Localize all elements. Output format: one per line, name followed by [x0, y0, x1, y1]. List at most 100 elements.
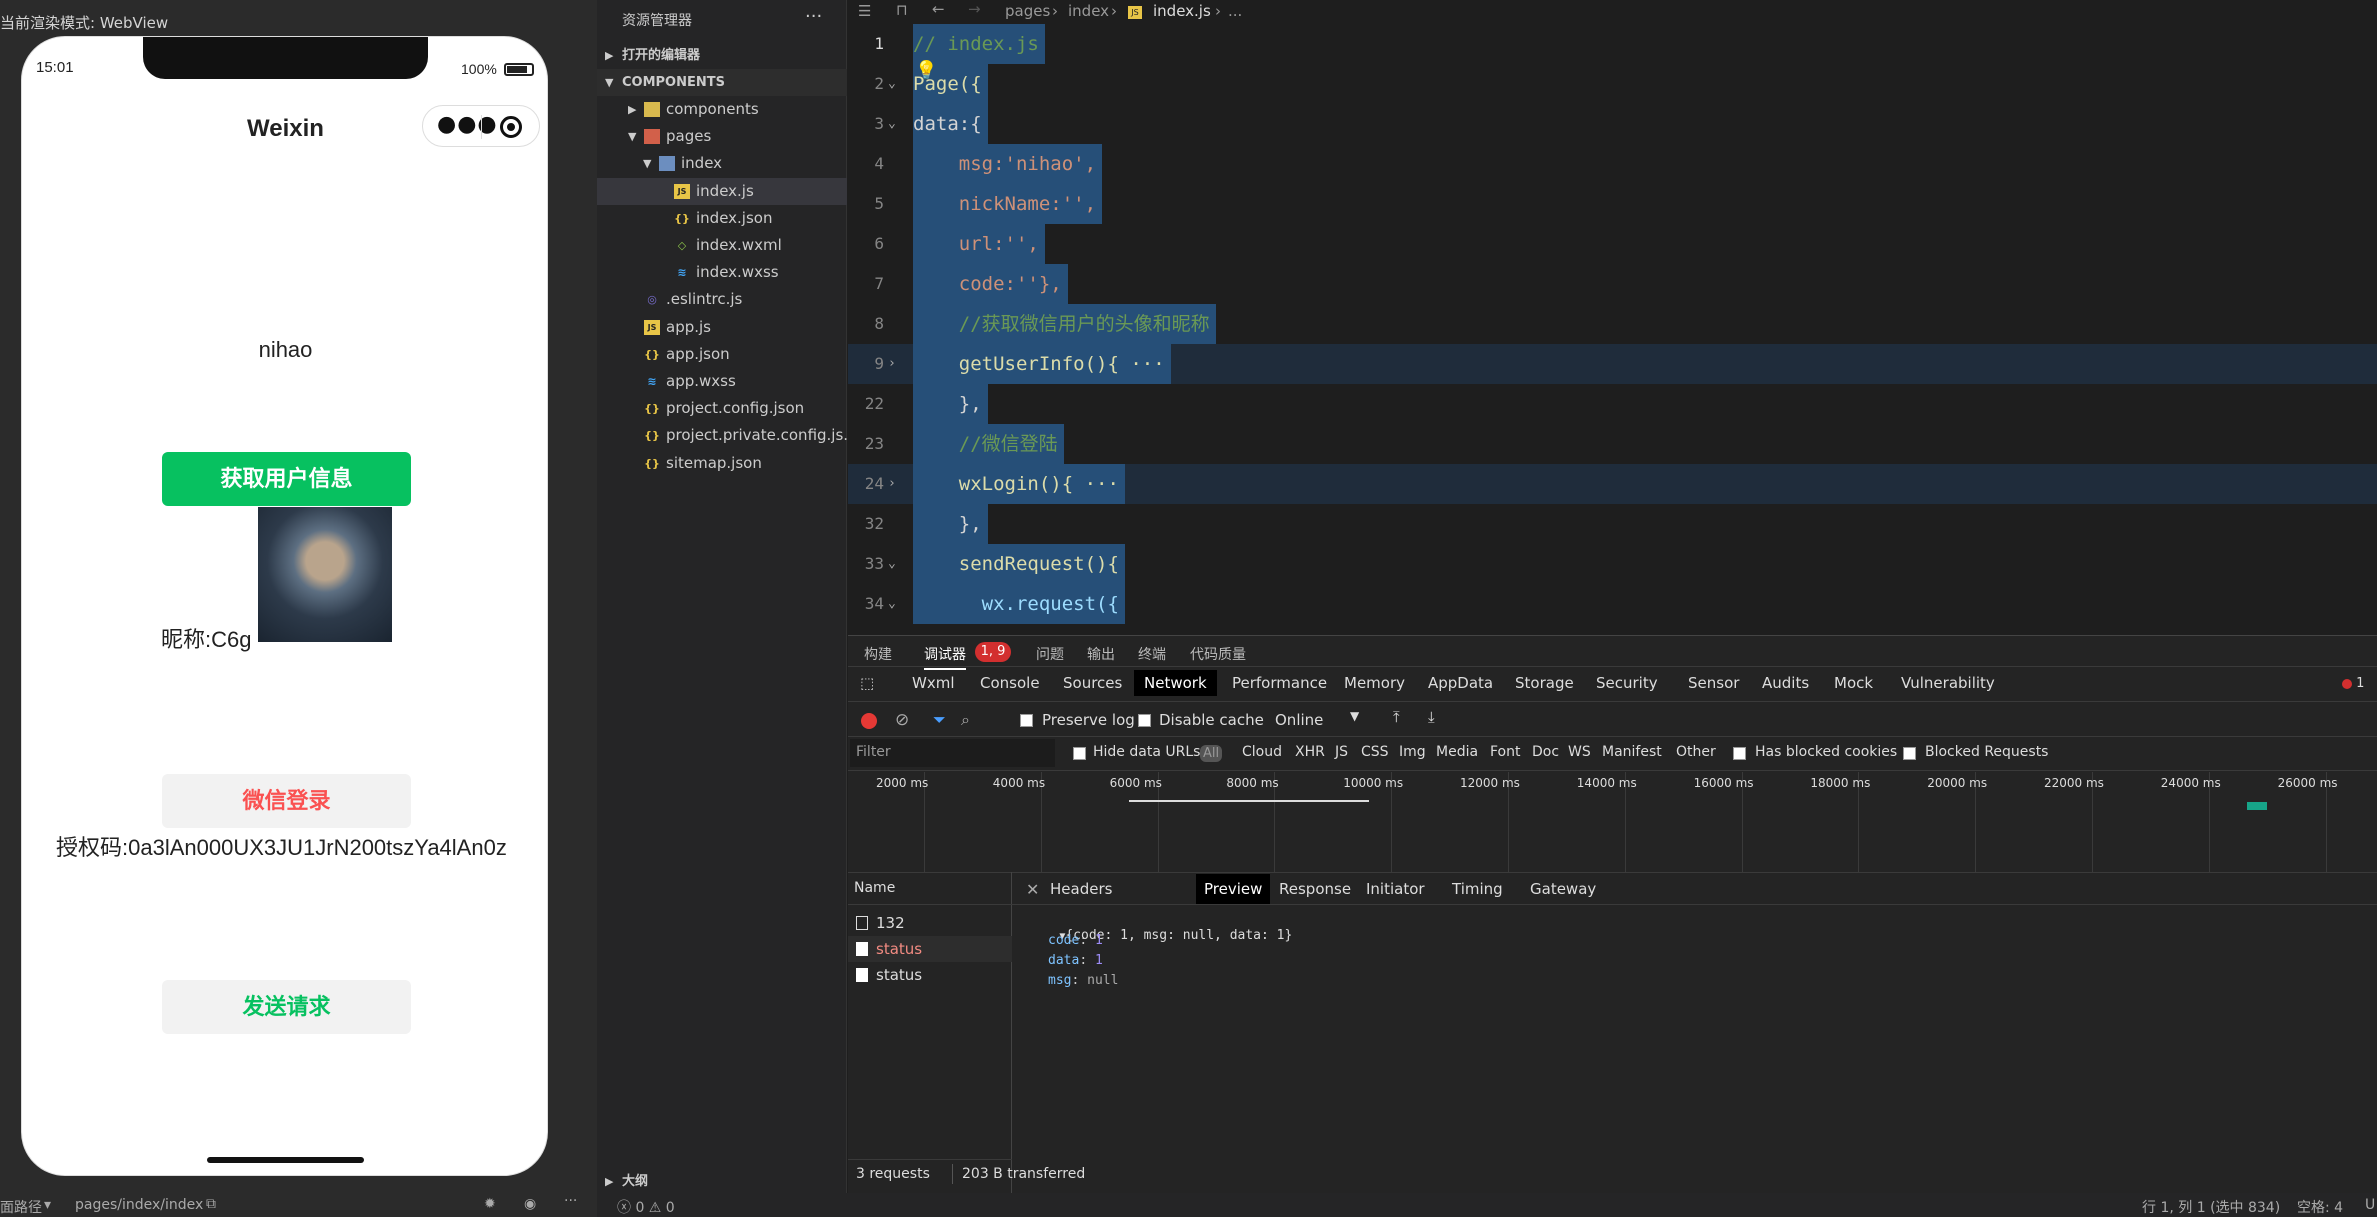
tree-item[interactable]: JS app.js	[597, 314, 847, 341]
code-line[interactable]: 6 url:'',	[848, 224, 2377, 264]
fold-expanded-icon[interactable]: ⌄	[888, 64, 896, 104]
code-line[interactable]: 22 },	[848, 384, 2377, 424]
detail-tab[interactable]: Initiator	[1366, 880, 1425, 898]
fold-collapsed-icon[interactable]: ›	[888, 344, 896, 384]
tree-item[interactable]: ≋ app.wxss	[597, 368, 847, 395]
render-mode-label: 当前渲染模式: WebView	[0, 14, 169, 32]
chevron-right-icon: ›	[1052, 2, 1058, 20]
fold-expanded-icon[interactable]: ⌄	[888, 584, 896, 624]
code-line[interactable]: 1 // index.js	[848, 24, 2377, 64]
timeline-request-bar	[2247, 802, 2267, 810]
close-icon[interactable]: ✕	[1026, 880, 1039, 899]
tree-item[interactable]: {} app.json	[597, 341, 847, 368]
code-line[interactable]: 34 ⌄ wx.request({	[848, 584, 2377, 624]
detail-tab[interactable]: Gateway	[1530, 880, 1596, 898]
chevron-down-icon[interactable]: ▾	[44, 1197, 51, 1213]
name-column-header[interactable]: Name	[854, 880, 895, 896]
more-icon[interactable]: ···	[564, 1193, 577, 1209]
list-icon[interactable]: ☰	[858, 2, 871, 20]
bookmark-icon[interactable]: ⊓	[896, 1, 908, 19]
code-line[interactable]: 2 ⌄ Page({	[848, 64, 2377, 104]
breadcrumb-symbol[interactable]: ...	[1228, 2, 1242, 20]
tree-item[interactable]: ◎ .eslintrc.js	[597, 286, 847, 313]
request-row[interactable]: status	[848, 962, 1012, 988]
send-request-button[interactable]: 发送请求	[162, 980, 411, 1034]
tree-item[interactable]: ▼ pages	[597, 123, 847, 150]
explorer-more-icon[interactable]: ···	[805, 6, 822, 27]
tree-item-label: index.js	[696, 181, 754, 200]
request-count: 3 requests	[856, 1166, 930, 1182]
request-row[interactable]: 132	[848, 910, 1012, 936]
outline-section[interactable]: ▶ 大纲	[597, 1168, 847, 1195]
detail-tab[interactable]: Timing	[1452, 880, 1503, 898]
code-line[interactable]: 7 code:''},	[848, 264, 2377, 304]
code-line[interactable]: 23 //微信登陆	[848, 424, 2377, 464]
breadcrumb-index[interactable]: index	[1068, 2, 1109, 20]
tree-item[interactable]: {} project.private.config.js...	[597, 422, 857, 449]
code-line[interactable]: 24 › wxLogin(){ ···	[848, 464, 2377, 504]
close-miniprogram-icon[interactable]	[500, 116, 522, 138]
tree-item[interactable]: ▼ index	[597, 150, 847, 177]
lightbulb-icon[interactable]: 💡	[915, 60, 937, 81]
detail-tab[interactable]: Headers	[1050, 880, 1112, 898]
fold-expanded-icon[interactable]: ⌄	[888, 544, 896, 584]
get-user-info-button[interactable]: 获取用户信息	[162, 452, 411, 506]
detail-tab[interactable]: Preview	[1196, 874, 1271, 904]
code-text: url:'',	[913, 224, 1045, 264]
code-line[interactable]: 33 ⌄ sendRequest(){	[848, 544, 2377, 584]
wxml-file-icon: ◇	[677, 239, 687, 252]
tree-item[interactable]: ◇ index.wxml	[597, 232, 847, 259]
timeline-tick-label: 4000 ms	[992, 776, 1046, 790]
encoding[interactable]: U	[2365, 1197, 2375, 1213]
page-path-label[interactable]: 面路径	[0, 1197, 42, 1217]
tree-item[interactable]: {} project.config.json	[597, 395, 847, 422]
open-editors-section[interactable]: ▶ 打开的编辑器	[597, 42, 847, 69]
tree-item[interactable]: ≋ index.wxss	[597, 259, 847, 286]
code-text: //获取微信用户的头像和昵称	[913, 304, 1216, 344]
page-path: pages/index/index	[75, 1197, 204, 1213]
tree-item[interactable]: ▶ components	[597, 96, 847, 123]
code-editor: ☰ ⊓ ← → pages › index › JS index.js › ..…	[848, 0, 2377, 635]
eye-icon[interactable]: ◉	[524, 1196, 536, 1212]
tree-item[interactable]: {} index.json	[597, 205, 847, 232]
cursor-position[interactable]: 行 1, 列 1 (选中 834)	[2142, 1197, 2280, 1217]
project-label: COMPONENTS	[622, 75, 725, 90]
code-line[interactable]: 9 › getUserInfo(){ ···	[848, 344, 2377, 384]
status-bar: ⓧ 0 ⚠ 0 行 1, 列 1 (选中 834) 空格: 4 U	[597, 1193, 2377, 1217]
breadcrumb-file[interactable]: index.js	[1153, 2, 1211, 20]
folder-icon	[659, 156, 675, 172]
fold-collapsed-icon[interactable]: ›	[888, 464, 896, 504]
code-line[interactable]: 5 nickName:'',	[848, 184, 2377, 224]
request-row[interactable]: status	[848, 936, 1012, 962]
code-line[interactable]: 8 //获取微信用户的头像和昵称	[848, 304, 2377, 344]
chevron-down-icon: ▼	[643, 157, 652, 171]
code-line[interactable]: 32 },	[848, 504, 2377, 544]
tree-item[interactable]: JS index.js	[597, 177, 847, 205]
copy-icon[interactable]: ⧉	[206, 1196, 216, 1212]
folder-icon	[644, 102, 660, 117]
tree-item-label: sitemap.json	[666, 453, 762, 472]
problems-indicator[interactable]: ⓧ 0 ⚠ 0	[617, 1197, 675, 1217]
project-section[interactable]: ▼ COMPONENTS	[597, 69, 847, 96]
breadcrumb-pages[interactable]: pages	[1005, 2, 1050, 20]
fold-expanded-icon[interactable]: ⌄	[888, 104, 896, 144]
line-number: 22	[864, 394, 884, 413]
network-timeline[interactable]: 2000 ms 4000 ms 6000 ms 8000 ms 10000 ms 1200…	[848, 636, 2377, 876]
msg-text: nihao	[258, 337, 313, 362]
simulator-footer: 面路径 ▾ pages/index/index ⧉ ✹ ◉ ···	[0, 1193, 597, 1217]
more-dots-icon[interactable]: ●●●	[437, 112, 498, 137]
tree-item-label: app.wxss	[666, 372, 736, 390]
wechat-login-button[interactable]: 微信登录	[162, 774, 411, 828]
file-explorer: 资源管理器 ··· ▶ 打开的编辑器 ▼ COMPONENTS ▶ compone…	[597, 0, 858, 1217]
indent-setting[interactable]: 空格: 4	[2297, 1197, 2343, 1217]
detail-tab[interactable]: Response	[1279, 880, 1351, 898]
line-number: 8	[874, 314, 884, 333]
back-arrow-icon[interactable]: ←	[932, 0, 945, 18]
tree-item[interactable]: {} sitemap.json	[597, 450, 847, 477]
tree-item-label: project.config.json	[666, 399, 805, 418]
forward-arrow-icon[interactable]: →	[968, 0, 981, 18]
bug-icon[interactable]: ✹	[484, 1196, 496, 1212]
devtools-panel: 构建 调试器 问题 输出 终端 代码质量 1, 9 ⬚ Wxml Console Source…	[848, 635, 2377, 1194]
code-line[interactable]: 4 msg:'nihao',	[848, 144, 2377, 184]
code-line[interactable]: 3 ⌄ data:{	[848, 104, 2377, 144]
